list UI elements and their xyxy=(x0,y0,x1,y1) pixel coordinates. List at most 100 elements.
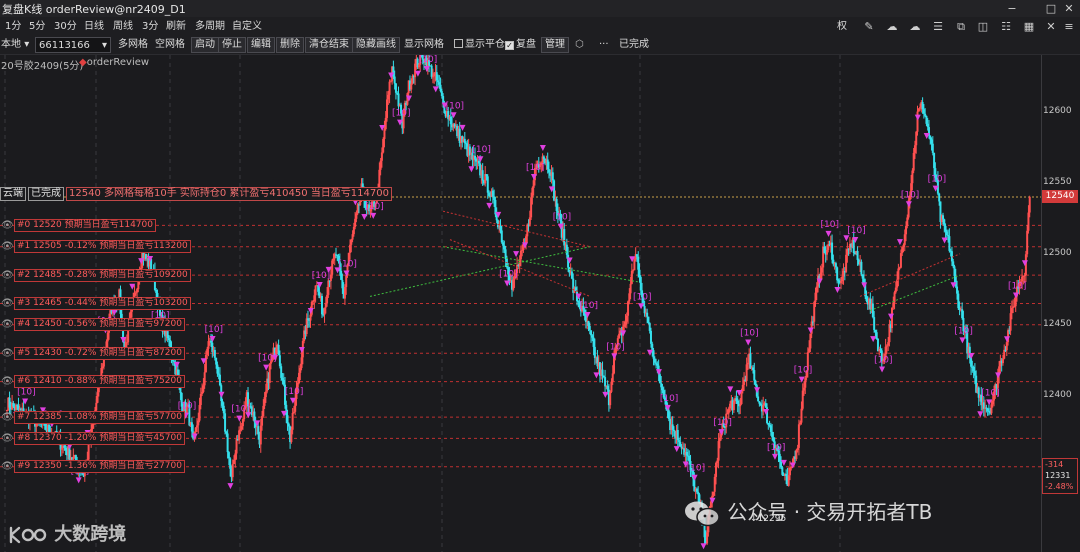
show-flat-checkbox[interactable]: 显示平仓 xyxy=(454,37,505,53)
settings-list-icon[interactable]: ☷ xyxy=(997,17,1015,36)
candle-body xyxy=(646,312,649,317)
account-select[interactable]: 66113166 ▾ xyxy=(35,37,111,53)
review-checkbox[interactable]: ✓ 复盘 xyxy=(505,37,536,53)
grid-level-row[interactable]: 👁 #6 12410 -0.88% 预期当日盈亏75200 xyxy=(1,375,185,389)
manage-button[interactable]: 管理 xyxy=(541,37,569,53)
more-button[interactable]: ··· xyxy=(599,37,609,53)
candle-body xyxy=(767,422,770,425)
candle-body xyxy=(739,404,742,407)
candle-body xyxy=(106,332,109,342)
trade-arrow xyxy=(977,411,984,418)
candle-body xyxy=(713,476,716,492)
trade-arrow xyxy=(263,364,270,371)
candle-body xyxy=(718,437,721,442)
close-panel-icon[interactable]: ✕ xyxy=(1042,17,1060,36)
show-grid-toggle[interactable]: 显示网格 xyxy=(404,37,444,53)
eye-icon[interactable]: 👁 xyxy=(1,412,14,423)
candle-body xyxy=(202,385,205,392)
grid-icon[interactable]: ▦ xyxy=(1020,17,1038,36)
eye-icon[interactable]: 👁 xyxy=(1,220,14,231)
trash-icon[interactable]: ◫ xyxy=(974,17,992,36)
grid-level-row[interactable]: 👁 #9 12350 -1.36% 预期当日盈亏27700 xyxy=(1,460,185,474)
candle-body xyxy=(601,369,604,376)
grid-level-row[interactable]: 👁 #0 12520 预期当日盈亏114700 xyxy=(1,218,156,232)
hexagon-icon[interactable]: ⬡ xyxy=(575,37,584,53)
candle-body xyxy=(326,294,329,304)
candle-body xyxy=(652,350,655,359)
grid-level-row[interactable]: 👁 #5 12430 -0.72% 预期当日盈亏87200 xyxy=(1,346,185,360)
eye-icon[interactable]: 👁 xyxy=(1,298,14,309)
candle-body xyxy=(314,285,317,296)
grid-level-row[interactable]: 👁 #3 12465 -0.44% 预期当日盈亏103200 xyxy=(1,297,191,311)
refresh-button[interactable]: 刷新 xyxy=(166,19,186,34)
trade-label: [10] xyxy=(1008,281,1026,291)
copy-icon[interactable]: ⧉ xyxy=(952,17,970,36)
period-30min[interactable]: 30分 xyxy=(54,19,77,34)
candle-body xyxy=(781,467,784,475)
candle-body xyxy=(167,338,170,341)
close-all-button[interactable]: 清仓结束 xyxy=(305,37,353,53)
custom-button[interactable]: 自定义 xyxy=(232,19,262,34)
candle-body xyxy=(239,429,242,431)
restore-down-button[interactable]: − xyxy=(1001,0,1023,17)
period-1min[interactable]: 1分 xyxy=(5,19,21,34)
trade-label: [10] xyxy=(419,55,437,65)
multi-period-button[interactable]: 多周期 xyxy=(195,19,225,34)
rights-button[interactable]: 权 xyxy=(837,19,847,34)
pencil-icon[interactable]: ✎ xyxy=(860,17,878,36)
candle-body xyxy=(531,187,534,198)
candle-body xyxy=(1014,296,1017,307)
candle-body xyxy=(648,322,651,331)
change-percent: -2.48% xyxy=(1045,482,1074,491)
long-grid-button[interactable]: 多网格 xyxy=(118,37,148,53)
grid-level-row[interactable]: 👁 #1 12505 -0.12% 预期当日盈亏113200 xyxy=(1,240,191,254)
candle-body xyxy=(809,333,812,349)
candle-body xyxy=(203,372,206,386)
close-button[interactable]: ✕ xyxy=(1058,0,1080,17)
short-grid-button[interactable]: 空网格 xyxy=(155,37,185,53)
candle-body xyxy=(224,413,227,432)
list-icon[interactable]: ☰ xyxy=(929,17,947,36)
stop-button[interactable]: 停止 xyxy=(218,37,246,53)
grid-level-label: #6 12410 -0.88% 预期当日盈亏75200 xyxy=(14,375,185,389)
grid-level-row[interactable]: 👁 #2 12485 -0.28% 预期当日盈亏109200 xyxy=(1,268,191,282)
eye-icon[interactable]: 👁 xyxy=(1,348,14,359)
period-5min[interactable]: 5分 xyxy=(29,19,45,34)
period-daily[interactable]: 日线 xyxy=(84,19,104,34)
trade-label: [10] xyxy=(312,271,330,281)
eye-icon[interactable]: 👁 xyxy=(1,461,14,472)
candle-body xyxy=(676,430,679,441)
candle-body xyxy=(852,239,855,253)
menu-icon[interactable]: ≡ xyxy=(1060,17,1078,36)
period-weekly[interactable]: 周线 xyxy=(113,19,133,34)
trade-label: [10] xyxy=(660,394,678,404)
grid-level-label: #8 12370 -1.20% 预期当日盈亏45700 xyxy=(14,431,185,445)
candle-body xyxy=(512,279,515,290)
candle-body xyxy=(387,94,390,100)
grid-level-row[interactable]: 👁 #4 12450 -0.56% 预期当日盈亏97200 xyxy=(1,318,185,332)
candle-body xyxy=(629,283,632,294)
cloud-download-icon[interactable]: ☁ xyxy=(906,17,924,36)
eye-icon[interactable]: 👁 xyxy=(1,270,14,281)
eye-icon[interactable]: 👁 xyxy=(1,433,14,444)
eye-icon[interactable]: 👁 xyxy=(1,376,14,387)
candle-body xyxy=(627,301,630,316)
candle-body xyxy=(190,422,193,432)
hide-lines-button[interactable]: 隐藏画线 xyxy=(352,37,400,53)
start-button[interactable]: 启动 xyxy=(191,37,219,53)
candle-body xyxy=(894,287,897,293)
eye-icon[interactable]: 👁 xyxy=(1,319,14,330)
cloud-upload-icon[interactable]: ☁ xyxy=(883,17,901,36)
candle-body xyxy=(463,138,466,144)
grid-level-row[interactable]: 👁 #8 12370 -1.20% 预期当日盈亏45700 xyxy=(1,431,185,445)
candle-body xyxy=(679,441,682,447)
period-3min[interactable]: 3分 xyxy=(142,19,158,34)
eye-icon[interactable]: 👁 xyxy=(1,241,14,252)
edit-button[interactable]: 编辑 xyxy=(247,37,275,53)
candle-body xyxy=(201,391,204,394)
delete-button[interactable]: 删除 xyxy=(276,37,304,53)
candle-body xyxy=(695,488,698,492)
grid-level-row[interactable]: 👁 #7 12385 -1.08% 预期当日盈亏57700 xyxy=(1,410,185,424)
source-select[interactable]: 本地 ▾ xyxy=(1,37,29,53)
candle-body xyxy=(232,459,235,465)
